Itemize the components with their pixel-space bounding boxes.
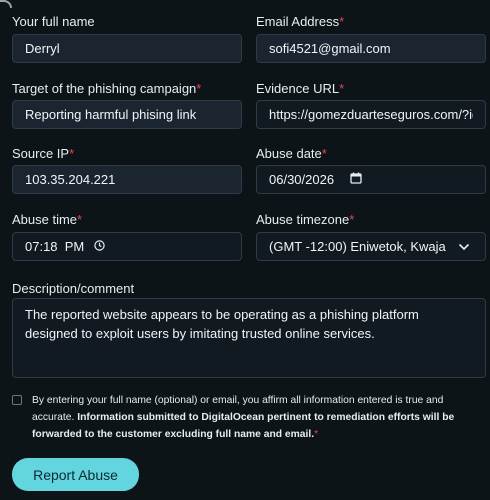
- abuse-timezone-label: Abuse timezone*: [256, 212, 355, 227]
- source-ip-field[interactable]: 103.35.204.221: [12, 165, 242, 194]
- full-name-label: Your full name: [12, 14, 95, 29]
- abuse-date-field[interactable]: 06/30/2026: [256, 165, 486, 194]
- corner-decoration: [0, 0, 12, 8]
- evidence-url-label: Evidence URL*: [256, 81, 345, 96]
- abuse-time-field[interactable]: 07:18 PM: [12, 232, 242, 261]
- target-label: Target of the phishing campaign*: [12, 81, 202, 96]
- clock-icon[interactable]: [94, 239, 105, 254]
- evidence-url-field[interactable]: https://gomezduarteseguros.com/?id: [256, 100, 486, 129]
- abuse-date-label: Abuse date*: [256, 146, 327, 161]
- description-textarea[interactable]: The reported website appears to be opera…: [12, 298, 486, 378]
- consent-checkbox[interactable]: [12, 395, 22, 405]
- consent-text: By entering your full name (optional) or…: [32, 395, 455, 440]
- description-label: Description/comment: [12, 281, 135, 296]
- target-field[interactable]: Reporting harmful phising link: [12, 100, 242, 129]
- abuse-time-label: Abuse time*: [12, 212, 83, 227]
- email-label: Email Address*: [256, 14, 345, 29]
- chevron-down-icon: [458, 239, 470, 254]
- calendar-icon[interactable]: [350, 172, 362, 187]
- full-name-field[interactable]: Derryl: [12, 34, 242, 63]
- report-abuse-button[interactable]: Report Abuse: [12, 458, 139, 491]
- email-field[interactable]: sofi4521@gmail.com: [256, 34, 486, 63]
- abuse-timezone-select[interactable]: (GMT -12:00) Eniwetok, Kwaja: [256, 232, 486, 261]
- source-ip-label: Source IP*: [12, 146, 75, 161]
